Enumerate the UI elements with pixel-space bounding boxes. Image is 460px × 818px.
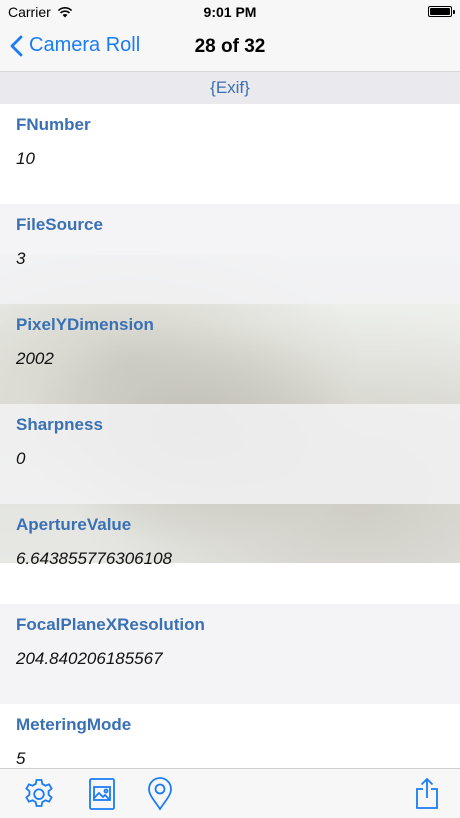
section-header: {Exif} [0,72,460,104]
row-value: 5 [16,749,26,768]
battery-icon [428,6,455,17]
list-item: Sharpness 0 [0,404,460,504]
status-bar: Carrier 9:01 PM [0,0,460,24]
row-key: PixelYDimension [16,315,154,334]
list-item: ApertureValue 6.643855776306108 [0,504,460,604]
row-value: 10 [16,149,35,168]
row-value: 6.643855776306108 [16,549,172,568]
list-item: FNumber 10 [0,104,460,204]
row-value: 3 [16,249,26,268]
metadata-list: FNumber 10 FileSource 3 PixelYDimension … [0,104,460,804]
row-key: Sharpness [16,415,103,434]
battery-fill [430,8,450,15]
navigation-bar: Camera Roll 28 of 32 [0,24,460,72]
row-key: FNumber [16,115,91,134]
photo-info-button[interactable] [85,777,119,811]
location-button[interactable] [143,777,177,811]
row-key: FileSource [16,215,103,234]
list-item: FileSource 3 [0,204,460,304]
status-time: 9:01 PM [203,4,257,20]
row-value: 204.840206185567 [16,649,163,668]
screen: Carrier 9:01 PM Camera Roll 28 of 32 {Ex… [0,0,460,818]
gear-icon [25,779,53,807]
list-item: FocalPlaneXResolution 204.840206185567 [0,604,460,704]
share-icon [416,777,438,809]
page-title: 28 of 32 [194,36,266,57]
photo-icon [89,778,115,810]
row-key: ApertureValue [16,515,132,534]
list-item: PixelYDimension 2002 [0,304,460,404]
location-pin-icon [148,777,172,811]
bottom-toolbar [0,768,460,818]
share-button[interactable] [410,777,444,811]
row-key: FocalPlaneXResolution [16,615,205,634]
row-value: 0 [16,449,26,468]
settings-button[interactable] [22,777,56,811]
row-value: 2002 [16,349,54,368]
row-key: MeteringMode [16,715,132,734]
